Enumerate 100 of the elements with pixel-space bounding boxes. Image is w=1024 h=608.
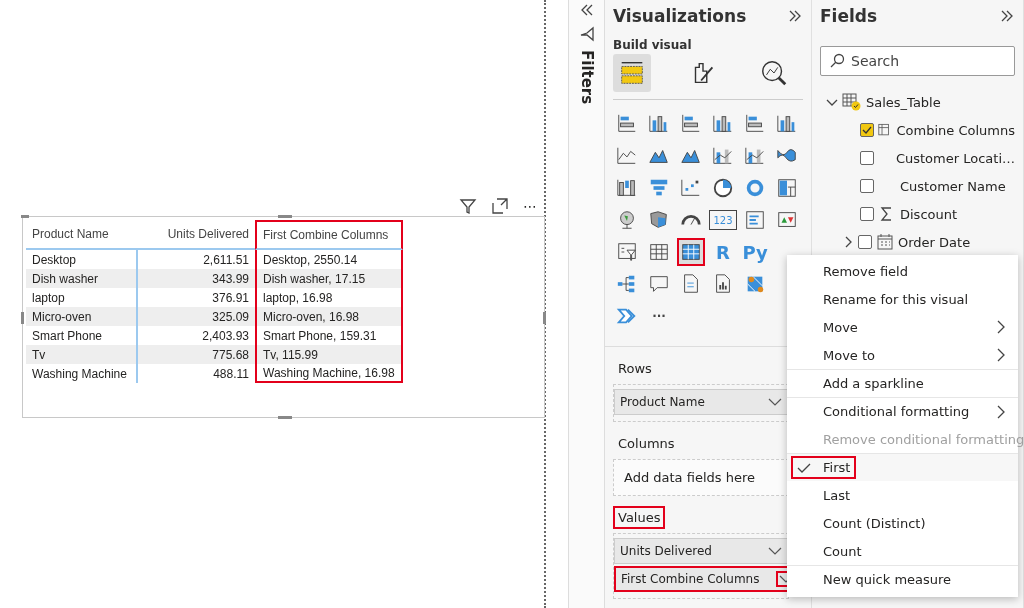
table-cell: Dish washer, 17.15 [255, 269, 403, 288]
checkbox[interactable] [860, 151, 874, 165]
table-name[interactable]: Sales_Table [866, 94, 941, 110]
menu-item-label: Add a sparkline [822, 376, 924, 391]
table-cell: Micro-oven, 16.98 [255, 307, 403, 326]
menu-item-label: Count [822, 543, 862, 559]
table-cell: 343.99 [138, 269, 255, 288]
menu-item-label: Move [822, 319, 858, 335]
bar-chart-icon [680, 113, 702, 135]
field-pill-label: First Combine Columns [621, 572, 760, 586]
menu-item-label: Remove conditional formatting [822, 431, 1024, 447]
table-cell: 775.68 [138, 345, 255, 364]
menu-item-label: Remove field [822, 263, 908, 279]
column-chart-icon [776, 113, 798, 135]
field-pill[interactable]: Units Delivered [614, 538, 788, 564]
menu-item-label: New quick measure [822, 572, 952, 587]
menu-item[interactable]: Move to [787, 341, 1018, 369]
column-header[interactable]: First Combine Columns [255, 220, 403, 250]
field-pill-label: Units Delivered [620, 544, 712, 558]
chevron-right-icon [996, 404, 1006, 419]
menu-item-label: Rename for this visual [822, 291, 969, 307]
checkbox[interactable] [858, 235, 872, 249]
column-chart-icon [648, 113, 670, 135]
analytics-icon [759, 58, 789, 88]
table-cell: 325.09 [138, 307, 255, 326]
field-pill-label: Product Name [620, 395, 705, 409]
calendar-icon [876, 234, 894, 250]
more-visuals-button[interactable]: ··· [645, 302, 673, 330]
well-title: Values [613, 506, 666, 529]
field-name[interactable]: Order Date [898, 234, 971, 250]
chevron-right-icon [996, 348, 1006, 362]
table-cell: Micro-oven [26, 307, 138, 326]
field-name[interactable]: Customer Locati… [895, 150, 1015, 166]
well-title: Columns [617, 435, 676, 453]
table-cell: Tv [26, 345, 138, 364]
expand-icon[interactable] [787, 8, 803, 24]
more-options[interactable]: ⋯ [523, 198, 538, 214]
drop-field[interactable]: Add data fields here [613, 459, 789, 496]
menu-item[interactable]: Count (Distinct) [787, 509, 1018, 537]
focus-mode-icon[interactable] [491, 197, 509, 215]
filter-icon[interactable] [459, 197, 477, 215]
table-cell: Smart Phone, 159.31 [255, 326, 403, 345]
table-icon [648, 241, 670, 263]
treemap-icon [776, 177, 798, 199]
table-cell: Dish washer [26, 269, 138, 288]
matrix-icon [680, 241, 702, 263]
menu-item[interactable]: Count [787, 537, 1018, 565]
field-name[interactable]: Combine Columns [896, 122, 1015, 138]
donut-chart-icon [744, 177, 766, 199]
menu-item[interactable]: Remove field [787, 257, 1018, 285]
table-cell: Desktop, 2550.14 [255, 250, 403, 269]
well-title: Rows [617, 360, 653, 378]
table-cell: Washing Machine, 16.98 [255, 364, 403, 383]
menu-item-label: First [822, 460, 851, 475]
filter-icon [578, 26, 595, 42]
slicer-icon [616, 241, 638, 263]
chevron-down-icon [768, 546, 782, 556]
menu-item[interactable]: First [787, 453, 1018, 481]
combo-chart-icon [712, 145, 734, 167]
checkmark-icon [797, 461, 811, 474]
azure-map-icon [744, 273, 766, 295]
table-icon [842, 93, 862, 111]
menu-item[interactable]: New quick measure [787, 565, 1018, 593]
section-title: Build visual [613, 38, 693, 52]
search-field[interactable]: Search [820, 46, 1015, 76]
field-name[interactable]: Customer Name [900, 178, 1006, 194]
expand-icon[interactable] [999, 8, 1015, 24]
checkbox[interactable] [860, 123, 874, 137]
menu-item[interactable]: Rename for this visual [787, 285, 1018, 313]
menu-item-label: Conditional formatting [822, 404, 970, 419]
field-name[interactable]: Discount [900, 206, 958, 222]
search-icon [829, 53, 845, 69]
filled-map-icon [648, 209, 670, 231]
menu-item[interactable]: Conditional formatting [787, 397, 1018, 425]
menu-item-label: Count (Distinct) [822, 515, 926, 531]
filters-pane-title[interactable]: Filters [577, 50, 596, 105]
pie-chart-icon [712, 177, 734, 199]
menu-item[interactable]: Add a sparkline [787, 369, 1018, 397]
pane-title: Visualizations [613, 6, 747, 26]
checkbox[interactable] [860, 179, 874, 193]
multi-row-card-icon [744, 209, 766, 231]
bar-chart-icon [744, 113, 766, 135]
menu-item-label: Last [822, 487, 851, 503]
field-pill[interactable]: Product Name [614, 389, 788, 415]
waterfall-chart-icon [616, 177, 638, 199]
menu-item[interactable]: Last [787, 481, 1018, 509]
visual-type-button[interactable] [677, 238, 705, 266]
scatter-chart-icon [680, 177, 702, 199]
menu-item[interactable]: Move [787, 313, 1018, 341]
speech-bubble-icon [648, 273, 670, 295]
column-chart-icon [712, 113, 734, 135]
pane-title: Fields [820, 6, 878, 26]
chevron-right-icon [996, 320, 1006, 334]
table-cell: Tv, 115.99 [255, 345, 403, 364]
checkbox[interactable] [860, 207, 874, 221]
chevron-down-icon [768, 397, 782, 407]
combo-chart-icon [744, 145, 766, 167]
menu-item-label: Move to [822, 347, 876, 363]
table-cell: laptop, 16.98 [255, 288, 403, 307]
bar-chart-icon [616, 113, 638, 135]
